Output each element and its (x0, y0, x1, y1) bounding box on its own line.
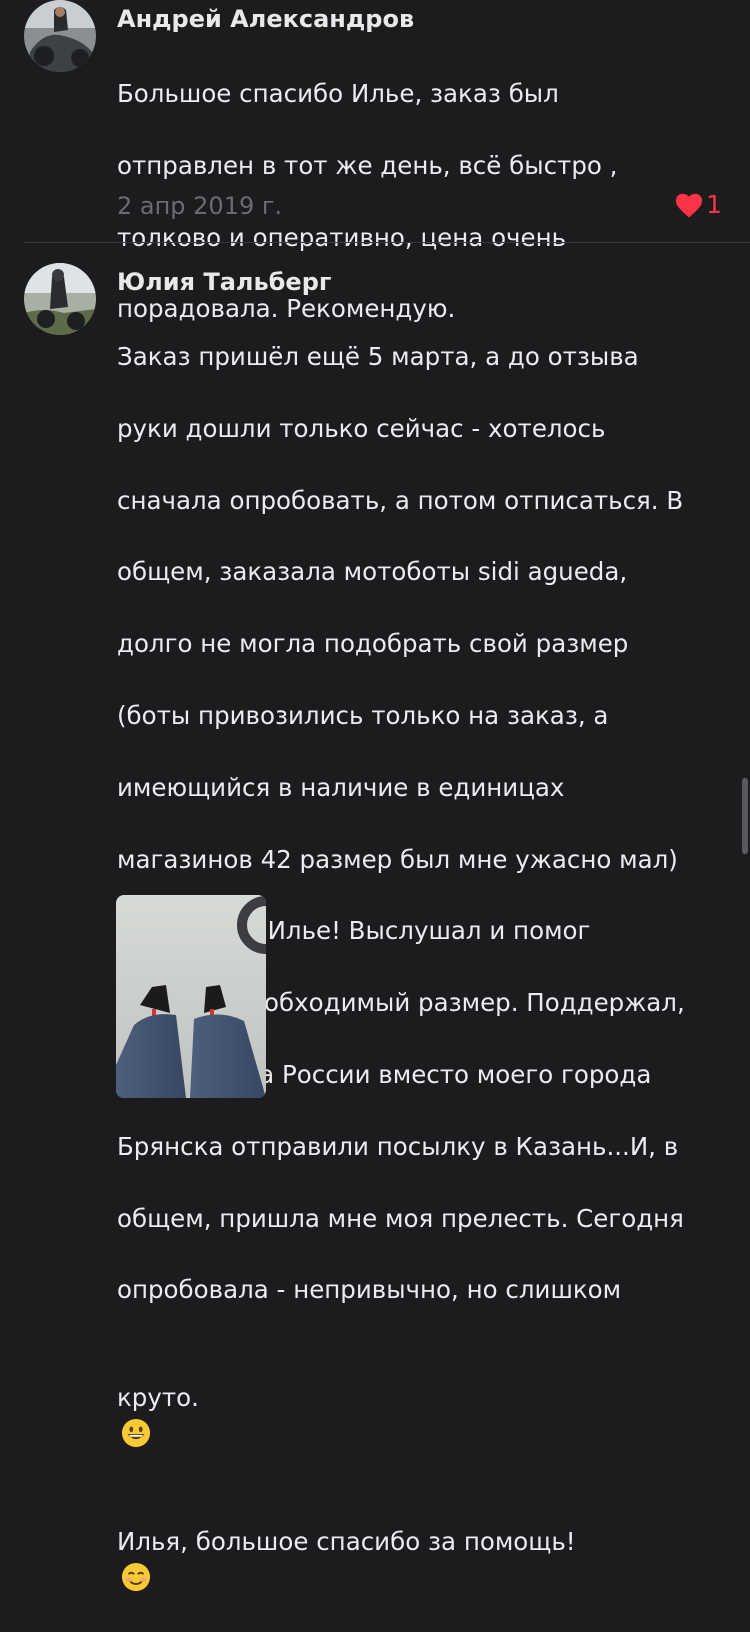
scrollbar[interactable] (742, 778, 748, 854)
comment-line: круто. (117, 1344, 737, 1452)
comment-line: опробовала - непривычно, но слишком (117, 1275, 622, 1305)
attachment-photo[interactable] (116, 895, 266, 1098)
grinning-face-emoji-icon (121, 1419, 151, 1448)
comment-line: Брянска отправили посылку в Казань...И, … (117, 1131, 679, 1161)
comment-line: общем, заказала мотоботы sidi agueda, (117, 557, 628, 587)
comment-author[interactable]: Юлия Тальберг (117, 268, 331, 296)
comment-line: Заказ пришёл ещё 5 марта, а до отзыва (117, 341, 639, 371)
heart-icon (675, 193, 703, 217)
smiling-face-emoji-icon (121, 1562, 151, 1591)
comment-line: отправлен в тот же день, всё быстро , (117, 150, 618, 180)
comment-line: магазинов 42 размер был мне ужасно мал) (117, 844, 678, 874)
comment-line: (боты привозились только на заказ, а (117, 700, 609, 730)
comment-line: сначала опробовать, а потом отписаться. … (117, 485, 684, 515)
comment-author[interactable]: Андрей Александров (117, 5, 414, 33)
comment-date: 2 апр 2019 г. (117, 192, 283, 220)
comment-line: долго не могла подобрать свой размер (117, 629, 629, 659)
comment-line-text: Илья, большое спасибо за помощь! (117, 1526, 576, 1556)
comment-line: имеющийся в наличие в единицах (117, 772, 565, 802)
comment-line: толково и оперативно, цена очень (117, 222, 567, 252)
divider (24, 242, 750, 243)
comment-line: Большое спасибо Илье, заказ был (117, 78, 559, 108)
avatar[interactable] (24, 263, 96, 335)
avatar[interactable] (24, 0, 96, 72)
comment-line: Илья, большое спасибо за помощь! (117, 1488, 737, 1596)
comment-line-text: круто. (117, 1383, 199, 1413)
like-count: 1 (706, 190, 722, 219)
comment-line: руки дошли только сейчас - хотелось (117, 413, 606, 443)
comment-line: общем, пришла мне моя прелесть. Сегодня (117, 1203, 684, 1233)
like-button[interactable]: 1 (674, 190, 722, 219)
